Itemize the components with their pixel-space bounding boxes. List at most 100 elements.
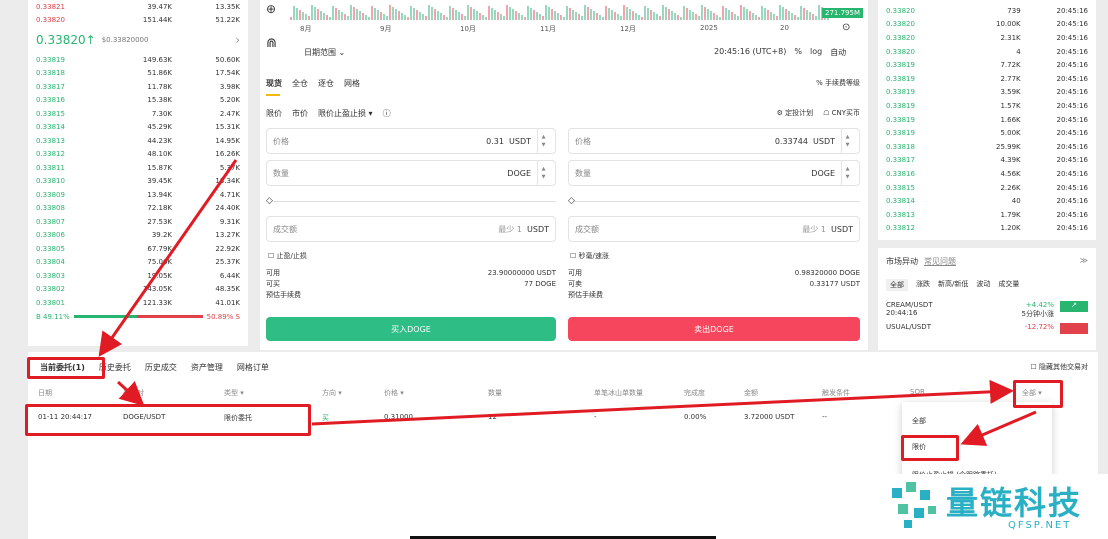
trade-tab[interactable]: 逐仓: [318, 78, 334, 89]
trade-time: 20:45:16: [1056, 88, 1088, 97]
sell-button[interactable]: 卖出DOGE: [568, 317, 860, 341]
bid-row[interactable]: 0.33808 72.18K 24.40K: [28, 202, 248, 216]
date-range-button[interactable]: 日期范围 ⌄: [304, 47, 345, 58]
column-header[interactable]: 数量: [488, 388, 502, 398]
bid-row[interactable]: 0.33817 11.78K 3.98K: [28, 80, 248, 94]
zoom-icon[interactable]: ⊕: [266, 2, 276, 16]
bid-row[interactable]: 0.33815 7.30K 2.47K: [28, 107, 248, 121]
market-item-values: +4.42% 5分钟小涨 ↗: [1022, 301, 1088, 319]
volume-bar: [626, 7, 628, 20]
price-stepper[interactable]: ▲ ▼: [537, 129, 549, 153]
cny-link[interactable]: ☖ CNY买币: [823, 108, 860, 118]
market-chip[interactable]: 涨跌: [916, 279, 930, 291]
active-tab-indicator: [266, 94, 280, 96]
volume-bar: [578, 14, 580, 20]
column-header[interactable]: 类型 ▾: [224, 388, 244, 398]
sell-price-value: 0.33744 USDT: [775, 137, 835, 146]
bid-row[interactable]: 0.33805 67.79K 22.92K: [28, 242, 248, 256]
market-chip[interactable]: 新高/新低: [938, 279, 968, 291]
column-header[interactable]: 方向 ▾: [322, 388, 342, 398]
up-arrow-icon: ↑: [85, 33, 96, 47]
settings-icon[interactable]: ⊙: [842, 22, 850, 33]
bid-row[interactable]: 0.33813 44.23K 14.95K: [28, 134, 248, 148]
tpsl-checkbox[interactable]: ☐ 止盈/止损: [268, 251, 307, 261]
mid-price-row[interactable]: 0.33820 ↑ $0.33820000 ›: [28, 27, 248, 53]
buy-slider[interactable]: ◇: [266, 196, 556, 206]
trade-price: 0.33819: [886, 115, 915, 124]
order-type-tab[interactable]: 限价: [266, 108, 282, 119]
market-item[interactable]: USUAL/USDT -12.72%: [878, 321, 1096, 336]
volume-bar: [710, 11, 712, 20]
order-type-tab[interactable]: 限价止盈止损 ▾: [318, 108, 373, 119]
log-toggle[interactable]: log: [810, 47, 822, 58]
percent-toggle[interactable]: %: [794, 47, 802, 58]
info-icon[interactable]: ⓘ: [383, 108, 391, 119]
column-header[interactable]: 价格 ▾: [384, 388, 404, 398]
buy-total-field[interactable]: 成交额 最少 1 USDT: [266, 216, 556, 242]
column-header[interactable]: 触发条件: [822, 388, 850, 398]
ask-amount: 151.44K: [142, 16, 172, 25]
order-tab[interactable]: 历史成交: [145, 362, 177, 373]
sell-tpsl-checkbox[interactable]: ☐ 秒毫/速涨: [570, 251, 609, 261]
collapse-icon[interactable]: ≫: [1080, 256, 1088, 267]
bid-row[interactable]: 0.33814 45.29K 15.31K: [28, 121, 248, 135]
faq-link[interactable]: 常见问题: [924, 256, 956, 267]
column-header[interactable]: SOR: [910, 388, 925, 396]
slider-handle-icon[interactable]: ◇: [266, 196, 273, 206]
bid-price: 0.33808: [36, 204, 65, 213]
ask-row[interactable]: 0.33821 39.47K 13.35K: [28, 0, 248, 14]
sell-price-stepper[interactable]: ▲ ▼: [841, 129, 853, 153]
ask-row[interactable]: 0.33820 151.44K 51.22K: [28, 14, 248, 28]
sell-slider[interactable]: ◇: [568, 196, 860, 206]
order-tab[interactable]: 资产管理: [191, 362, 223, 373]
volume-bar: [458, 12, 460, 20]
schedule-link[interactable]: ⚙ 定投计划: [777, 108, 814, 118]
sell-price-field[interactable]: 价格 0.33744 USDT ▲ ▼: [568, 128, 860, 154]
buy-qty-field[interactable]: 数量 DOGE ▲ ▼: [266, 160, 556, 186]
market-item[interactable]: CREAM/USDT 20:44:16 +4.42% 5分钟小涨 ↗: [878, 299, 1096, 321]
sell-price-unit: USDT: [813, 136, 835, 146]
column-header[interactable]: 金额: [744, 388, 758, 398]
sell-total-field[interactable]: 成交额 最少 1 USDT: [568, 216, 860, 242]
bid-row[interactable]: 0.33802 143.05K 48.35K: [28, 283, 248, 297]
auto-toggle[interactable]: 自动: [830, 47, 846, 58]
hide-others-checkbox[interactable]: ☐ 隐藏其他交易对: [1030, 362, 1088, 372]
trade-tab[interactable]: 现货: [266, 78, 282, 89]
bid-row[interactable]: 0.33812 48.10K 16.26K: [28, 148, 248, 162]
market-chip[interactable]: 成交量: [998, 279, 1019, 291]
buy-price-field[interactable]: 价格 0.31 USDT ▲ ▼: [266, 128, 556, 154]
bid-row[interactable]: 0.33807 27.53K 9.31K: [28, 215, 248, 229]
bid-price: 0.33818: [36, 69, 65, 78]
bid-row[interactable]: 0.33811 15.87K 5.37K: [28, 161, 248, 175]
bid-row[interactable]: 0.33801 121.33K 41.01K: [28, 296, 248, 310]
qty-stepper[interactable]: ▲ ▼: [537, 161, 549, 185]
market-chip[interactable]: 全部: [886, 279, 908, 291]
trade-tab[interactable]: 全仓: [292, 78, 308, 89]
column-header[interactable]: 单笔冰山单数量: [594, 388, 643, 398]
volume-bar: [545, 5, 547, 20]
bid-row[interactable]: 0.33819 149.63K 50.60K: [28, 53, 248, 67]
trade-price: 0.33813: [886, 210, 915, 219]
bid-row[interactable]: 0.33809 13.94K 4.71K: [28, 188, 248, 202]
bid-row[interactable]: 0.33818 51.86K 17.54K: [28, 67, 248, 81]
order-type-tab[interactable]: 市价: [292, 108, 308, 119]
sell-qty-stepper[interactable]: ▲ ▼: [841, 161, 853, 185]
column-header[interactable]: 完成度: [684, 388, 705, 398]
sell-qty-field[interactable]: 数量 DOGE ▲ ▼: [568, 160, 860, 186]
bid-row[interactable]: 0.33803 19.05K 6.44K: [28, 269, 248, 283]
buy-button[interactable]: 买入DOGE: [266, 317, 556, 341]
bid-row[interactable]: 0.33816 15.38K 5.20K: [28, 94, 248, 108]
bid-row[interactable]: 0.33810 39.45K 13.34K: [28, 175, 248, 189]
sell-slider-handle-icon[interactable]: ◇: [568, 196, 575, 206]
trade-tab[interactable]: 网格: [344, 78, 360, 89]
bid-row[interactable]: 0.33806 39.2K 13.27K: [28, 229, 248, 243]
market-chip[interactable]: 波动: [976, 279, 990, 291]
fee-level-link[interactable]: % 手续费等级: [816, 78, 860, 88]
order-tab[interactable]: 网格订单: [237, 362, 269, 373]
bid-row[interactable]: 0.33804 75.06K 25.37K: [28, 256, 248, 270]
trade-time: 20:45:16: [1056, 20, 1088, 29]
chart-area[interactable]: ⊕ 271.795M 8月 9月 10月 11月 12月 2025 20 ⊙ ⋒ 日期范围 …: [260, 0, 868, 68]
buy-max-row: 可买 77 DOGE: [266, 279, 556, 290]
chevron-right-icon[interactable]: ›: [235, 33, 240, 47]
magnet-icon[interactable]: ⋒: [266, 36, 277, 51]
